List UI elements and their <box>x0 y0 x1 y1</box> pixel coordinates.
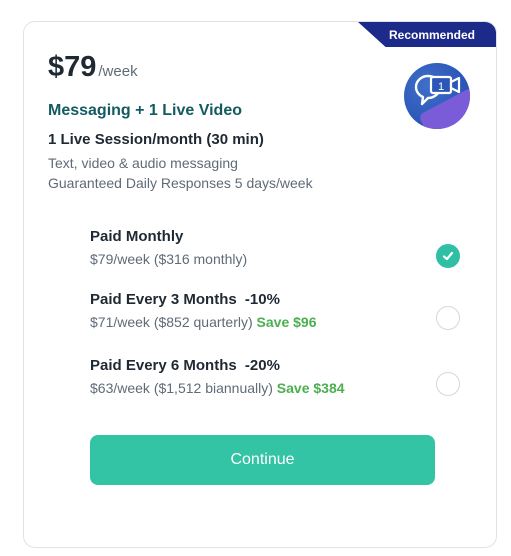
plan-feature: Guaranteed Daily Responses 5 days/week <box>48 175 313 191</box>
svg-text:1: 1 <box>438 81 444 93</box>
plan-feature: Text, video & audio messaging <box>48 155 238 171</box>
option-subtitle: $79/week ($316 monthly) <box>90 251 248 267</box>
discount-label: -20% <box>244 357 280 374</box>
price: $79 /week <box>48 51 138 84</box>
save-label: Save $96 <box>256 314 317 330</box>
option-title: Paid Every 3 Months -10% <box>90 291 280 308</box>
save-label: Save $384 <box>276 380 345 396</box>
continue-button[interactable]: Continue <box>90 435 435 485</box>
option-title: Paid Monthly <box>90 228 184 245</box>
plan-name: Messaging + 1 Live Video <box>48 102 242 119</box>
option-subtitle: $71/week ($852 quarterly) Save $96 <box>90 314 317 330</box>
recommended-badge: Recommended <box>358 22 496 47</box>
pricing-card: Recommended $79 /week 1 Messaging + 1 Li… <box>23 21 497 548</box>
option-paid-6-months[interactable]: Paid Every 6 Months -20% $63/week ($1,51… <box>90 357 460 403</box>
option-paid-3-months[interactable]: Paid Every 3 Months -10% $71/week ($852 … <box>90 291 460 337</box>
price-unit: /week <box>98 63 138 80</box>
radio-unselected[interactable] <box>436 306 460 330</box>
radio-unselected[interactable] <box>436 372 460 396</box>
video-chat-icon: 1 <box>404 63 470 129</box>
price-amount: $79 <box>48 51 97 83</box>
option-title: Paid Every 6 Months -20% <box>90 357 280 374</box>
option-paid-monthly[interactable]: Paid Monthly $79/week ($316 monthly) <box>90 228 460 274</box>
plan-session: 1 Live Session/month (30 min) <box>48 131 264 148</box>
discount-label: -10% <box>244 291 280 308</box>
check-icon <box>442 251 454 261</box>
radio-selected[interactable] <box>436 244 460 268</box>
option-subtitle: $63/week ($1,512 biannually) Save $384 <box>90 380 345 396</box>
